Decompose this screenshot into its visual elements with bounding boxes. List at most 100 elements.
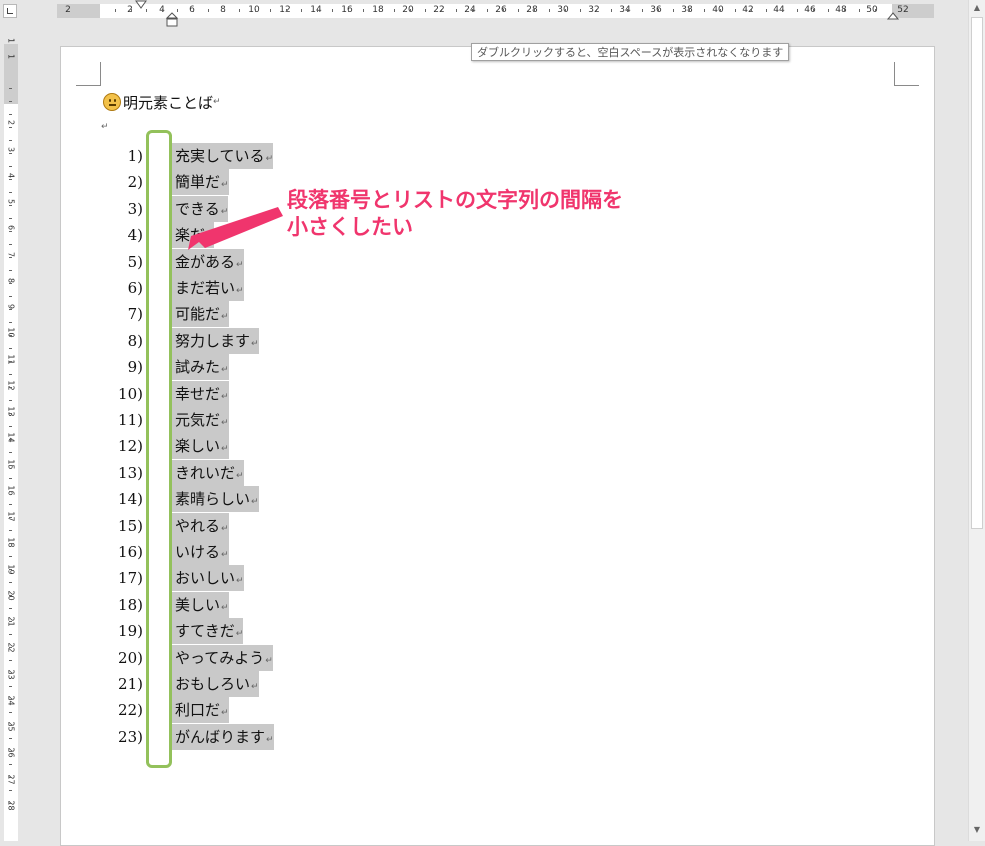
list-item-label: いける: [175, 543, 221, 561]
list-item-label: 可能だ: [175, 305, 221, 323]
paragraph-mark-icon: ↵: [206, 233, 214, 243]
ruler-tick: [9, 465, 12, 466]
paragraph-mark-icon: ↵: [265, 154, 274, 164]
ruler-number: 42: [742, 5, 754, 15]
ruler-tick: [9, 283, 12, 284]
list-item-text[interactable]: 素晴らしい↵: [172, 486, 259, 512]
list-item-text[interactable]: まだ若い↵: [172, 275, 244, 301]
ruler-number: 6: [189, 5, 195, 15]
paragraph-mark-icon: ↵: [221, 418, 229, 428]
ruler-tick: [9, 595, 12, 596]
ruler-tick: [875, 9, 876, 12]
gap-highlight-box: [146, 130, 172, 768]
ruler-tick: [9, 114, 12, 115]
ruler-tick: [131, 9, 132, 12]
list-number: 13): [118, 464, 143, 482]
paragraph-mark-icon: ↵: [221, 524, 229, 534]
paragraph-mark-icon: ↵: [221, 708, 229, 718]
list-number: 1): [127, 147, 143, 165]
list-item-text[interactable]: がんばります↵: [172, 724, 274, 750]
ruler-number: 3: [6, 146, 16, 153]
ruler-number: 8: [6, 277, 16, 284]
list-item-label: がんばります: [175, 728, 266, 746]
scroll-up-arrow-icon[interactable]: ▲: [969, 0, 985, 16]
list-item-text[interactable]: 充実している↵: [172, 143, 274, 169]
list-item-text[interactable]: 元気だ↵: [172, 407, 229, 433]
ruler-tick: [9, 426, 12, 427]
ruler-number: 14: [6, 432, 16, 443]
ruler-tick: [9, 413, 12, 414]
ruler-tick: [9, 725, 12, 726]
right-indent-marker[interactable]: [887, 12, 899, 22]
paragraph-mark-icon: ↵: [236, 286, 244, 296]
ruler-number: 50: [866, 5, 878, 15]
list-item-text[interactable]: 試みた↵: [172, 354, 229, 380]
ruler-tick: [9, 660, 12, 661]
list-item-text[interactable]: すてきだ↵: [172, 618, 244, 644]
list-item-label: 利口だ: [175, 701, 221, 719]
ruler-number: 26: [6, 747, 16, 758]
paragraph-mark-icon: ↵: [236, 260, 244, 270]
tooltip: ダブルクリックすると、空白スペースが表示されなくなります: [471, 43, 790, 61]
list-number: 18): [118, 596, 143, 614]
list-item-text[interactable]: やってみよう↵: [172, 645, 273, 671]
list-item-text[interactable]: 努力します↵: [172, 328, 259, 354]
scroll-down-arrow-icon[interactable]: ▼: [969, 822, 985, 838]
list-item-text[interactable]: おもしろい↵: [172, 671, 259, 697]
ruler-tick: [813, 9, 814, 12]
ruler-number: 34: [619, 5, 631, 15]
paragraph-mark-icon: ↵: [221, 392, 229, 402]
list-item-text[interactable]: 幸せだ↵: [172, 381, 229, 407]
list-item-text[interactable]: 可能だ↵: [172, 301, 229, 327]
ruler-tick: [208, 9, 209, 12]
ruler-number: 24: [464, 5, 476, 15]
list-item-text[interactable]: 楽だ↵: [172, 222, 214, 248]
scrollbar-thumb[interactable]: [971, 17, 983, 529]
list-item-text[interactable]: 簡単だ↵: [172, 169, 229, 195]
list-item-text[interactable]: おいしい↵: [172, 565, 244, 591]
vertical-ruler[interactable]: 1123456789101112131415161718192021222324…: [0, 22, 22, 841]
ruler-tick: [720, 9, 721, 12]
ruler-tick: [797, 9, 798, 12]
ruler-number: 36: [650, 5, 662, 15]
paragraph-mark-icon: ↵: [251, 339, 259, 349]
ruler-tick: [9, 127, 12, 128]
ruler-tick: [9, 88, 12, 89]
ruler-tick: [9, 608, 12, 609]
list-item-label: 努力します: [175, 332, 251, 350]
list-item-label: 楽しい: [175, 437, 221, 455]
hanging-indent-marker[interactable]: [166, 12, 178, 28]
list-number: 12): [118, 437, 143, 455]
list-item-text[interactable]: できる↵: [172, 196, 229, 222]
vertical-scrollbar[interactable]: ▲ ▼: [968, 0, 985, 841]
horizontal-ruler[interactable]: 2246810121416182022242628303234363840424…: [0, 0, 968, 27]
ruler-tick: [9, 582, 12, 583]
ruler-tick: [9, 322, 12, 323]
list-number: 20): [118, 649, 143, 667]
ruler-tick: [255, 9, 256, 12]
ruler-tick: [332, 9, 333, 12]
ruler-tick: [9, 387, 12, 388]
first-line-indent-marker[interactable]: [135, 0, 147, 10]
ruler-tick: [9, 738, 12, 739]
ruler-tick: [9, 517, 12, 518]
list-item-text[interactable]: きれいだ↵: [172, 460, 244, 486]
ruler-tick: [301, 9, 302, 12]
ruler-tick: [9, 543, 12, 544]
ruler-tick: [9, 218, 12, 219]
ruler-number: 4: [6, 172, 16, 179]
ruler-number: 26: [495, 5, 507, 15]
ruler-tick: [394, 9, 395, 12]
list-item-text[interactable]: やれる↵: [172, 513, 229, 539]
ruler-tick: [9, 803, 12, 804]
paragraph-mark-icon: ↵: [236, 471, 244, 481]
tab-selector-button[interactable]: [3, 4, 17, 18]
list-item-text[interactable]: いける↵: [172, 539, 229, 565]
list-number: 5): [127, 253, 143, 271]
list-item-text[interactable]: 金がある↵: [172, 249, 244, 275]
list-item-text[interactable]: 利口だ↵: [172, 697, 229, 723]
list-item-text[interactable]: 美しい↵: [172, 592, 229, 618]
document-heading[interactable]: 明元素ことば ↵: [103, 91, 221, 113]
list-item-text[interactable]: 楽しい↵: [172, 433, 229, 459]
ruler-number: 48: [835, 5, 847, 15]
